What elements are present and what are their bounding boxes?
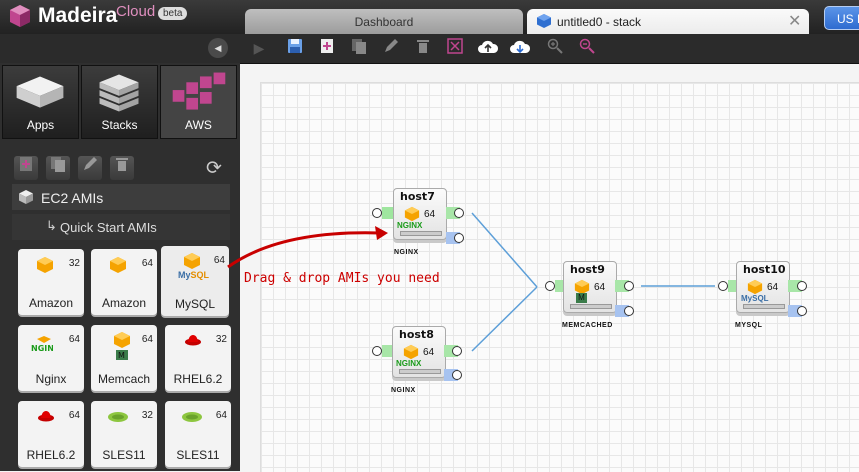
amazon-box-icon: [747, 279, 763, 295]
host-tag: NGINX: [394, 249, 419, 256]
port-blue-dot[interactable]: [452, 370, 462, 380]
host-name: host10: [743, 263, 786, 276]
port-out-dot[interactable]: [797, 281, 807, 291]
nginx-icon: NGINX: [396, 359, 422, 368]
amazon-box-icon: [403, 344, 419, 360]
host-bits: 64: [594, 282, 606, 293]
host-status-bar: [570, 304, 612, 309]
port-in-dot[interactable]: [718, 281, 728, 291]
port-in-dot[interactable]: [545, 281, 555, 291]
port-blue-dot[interactable]: [454, 233, 464, 243]
host-status-bar: [743, 304, 785, 309]
port-blue-dot[interactable]: [624, 306, 634, 316]
host-name: host7: [400, 190, 435, 203]
host-tag: MEMCACHED: [562, 322, 613, 329]
host-node[interactable]: host10 64 MySQL MYSQL: [710, 259, 830, 334]
host-bits: 64: [767, 282, 779, 293]
port-blue-dot[interactable]: [797, 306, 807, 316]
host-box: host10 64 MySQL: [736, 261, 790, 313]
drag-drop-note: Drag & drop AMIs you need: [244, 271, 440, 286]
memcached-icon: M: [576, 293, 587, 303]
amazon-box-icon: [404, 206, 420, 222]
port-in-dot[interactable]: [372, 208, 382, 218]
host-box: host7 64 NGINX: [393, 188, 447, 240]
host-status-bar: [400, 231, 442, 236]
host-tag: NGINX: [391, 387, 416, 394]
host-status-bar: [399, 369, 441, 374]
port-out-dot[interactable]: [452, 346, 462, 356]
host-box: host9 64 M: [563, 261, 617, 313]
host-node[interactable]: host8 64 NGINX NGINX: [362, 324, 482, 399]
port-in-dot[interactable]: [372, 346, 382, 356]
port-out-dot[interactable]: [454, 208, 464, 218]
host-name: host9: [570, 263, 605, 276]
host-tag: MYSQL: [735, 322, 763, 329]
nginx-icon: NGINX: [397, 221, 423, 230]
mysql-icon: MySQL: [741, 294, 769, 303]
host-bits: 64: [424, 209, 436, 220]
host-box: host8 64 NGINX: [392, 326, 446, 378]
port-out-dot[interactable]: [624, 281, 634, 291]
host-node[interactable]: host9 64 M MEMCACHED: [537, 259, 657, 334]
drag-arrow: [227, 231, 381, 269]
host-node[interactable]: host7 64 NGINX NGINX: [365, 185, 485, 260]
host-bits: 64: [423, 347, 435, 358]
host-name: host8: [399, 328, 434, 341]
